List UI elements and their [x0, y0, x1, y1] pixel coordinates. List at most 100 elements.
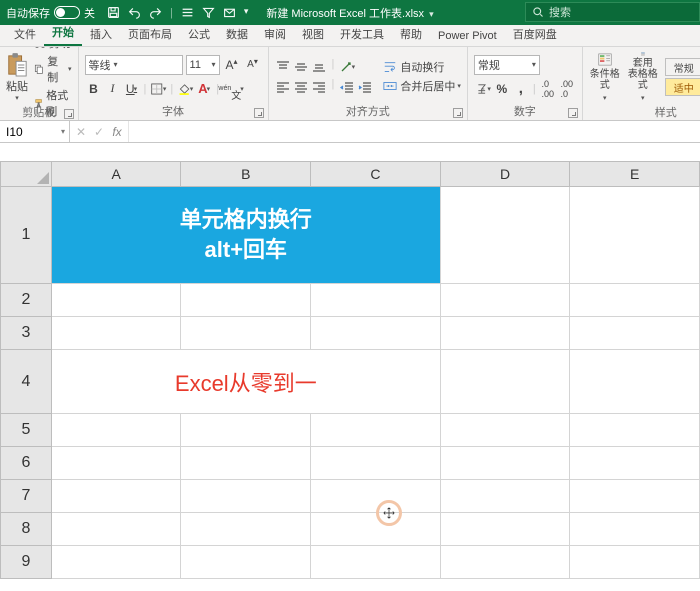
redo-icon[interactable] [149, 6, 162, 19]
cell[interactable] [311, 546, 441, 579]
col-header-e[interactable]: E [570, 162, 700, 187]
cell[interactable] [311, 480, 441, 513]
cell[interactable] [570, 546, 700, 579]
decrease-indent-button[interactable] [338, 78, 355, 95]
worksheet-grid[interactable]: A B C D E 1 单元格内换行 alt+回车 2 3 4 Excel从零到… [0, 161, 700, 579]
align-middle-button[interactable] [293, 58, 310, 75]
align-left-button[interactable] [275, 78, 292, 95]
tab-视图[interactable]: 视图 [294, 23, 332, 46]
cell[interactable] [51, 480, 181, 513]
font-color-button[interactable]: A▾ [195, 79, 213, 99]
touch-mode-icon[interactable] [181, 6, 194, 19]
font-name-combo[interactable]: 等线▾ [85, 55, 183, 75]
paste-button[interactable]: 粘贴 ▾ [6, 50, 28, 104]
toggle-switch[interactable] [54, 6, 80, 19]
copy-button[interactable]: 复制▾ [34, 53, 72, 85]
cell[interactable] [570, 414, 700, 447]
tab-开发工具[interactable]: 开发工具 [332, 23, 392, 46]
cell[interactable] [51, 546, 181, 579]
cell[interactable] [440, 350, 570, 414]
cell[interactable] [311, 513, 441, 546]
italic-button[interactable]: I [104, 79, 122, 99]
select-all-corner[interactable] [1, 162, 52, 187]
row-header-5[interactable]: 5 [1, 414, 52, 447]
cell[interactable] [440, 480, 570, 513]
cell[interactable] [181, 284, 311, 317]
cell[interactable] [51, 317, 181, 350]
tab-Power Pivot[interactable]: Power Pivot [430, 27, 505, 46]
orientation-button[interactable]: ▾ [338, 58, 355, 75]
enter-icon[interactable]: ✓ [92, 125, 106, 139]
phonetic-button[interactable]: wén文▾ [222, 79, 240, 99]
cell[interactable] [311, 447, 441, 480]
cell[interactable] [311, 414, 441, 447]
fx-icon[interactable]: fx [110, 125, 124, 139]
cell[interactable] [181, 546, 311, 579]
dialog-launcher[interactable] [254, 108, 264, 118]
cancel-icon[interactable]: ✕ [74, 125, 88, 139]
col-header-a[interactable]: A [51, 162, 181, 187]
dialog-launcher[interactable] [453, 108, 463, 118]
row-header-9[interactable]: 9 [1, 546, 52, 579]
merge-center-button[interactable]: 合并后居中▾ [383, 78, 461, 94]
cell[interactable] [440, 284, 570, 317]
comma-button[interactable]: , [512, 79, 530, 99]
cell-styles-gallery[interactable]: 常规 差 适中 计算 [665, 50, 700, 104]
cell[interactable] [440, 317, 570, 350]
underline-button[interactable]: U▾ [123, 79, 141, 99]
name-box[interactable]: I10 ▾ [0, 121, 70, 142]
cell[interactable] [181, 317, 311, 350]
cell[interactable] [311, 317, 441, 350]
email-icon[interactable] [223, 6, 236, 19]
align-bottom-button[interactable] [311, 58, 328, 75]
cell[interactable] [51, 447, 181, 480]
font-size-combo[interactable]: 11▾ [186, 55, 220, 75]
cell[interactable] [311, 284, 441, 317]
row-header-3[interactable]: 3 [1, 317, 52, 350]
cell[interactable] [440, 414, 570, 447]
tab-文件[interactable]: 文件 [6, 23, 44, 46]
tab-帮助[interactable]: 帮助 [392, 23, 430, 46]
cell-a1-c1-merged[interactable]: 单元格内换行 alt+回车 [51, 187, 440, 284]
row-header-2[interactable]: 2 [1, 284, 52, 317]
style-good[interactable]: 适中 [665, 78, 700, 96]
cell-a4-c4-merged[interactable]: Excel从零到一 [51, 350, 440, 414]
cell[interactable] [51, 513, 181, 546]
decrease-decimal-button[interactable]: .00.0 [558, 79, 576, 99]
cell[interactable] [440, 187, 570, 284]
cell[interactable] [51, 284, 181, 317]
cell[interactable] [440, 546, 570, 579]
cell[interactable] [51, 414, 181, 447]
fill-color-button[interactable]: ▾ [176, 79, 194, 99]
cell[interactable] [181, 513, 311, 546]
tab-公式[interactable]: 公式 [180, 23, 218, 46]
chevron-down-icon[interactable]: ▾ [61, 127, 65, 136]
dialog-launcher[interactable] [568, 108, 578, 118]
chevron-down-icon[interactable]: ▾ [427, 9, 434, 19]
cell[interactable] [181, 414, 311, 447]
cut-button[interactable]: 剪切 [34, 47, 72, 51]
number-format-combo[interactable]: 常规▾ [474, 55, 540, 75]
percent-button[interactable]: % [493, 79, 511, 99]
tab-页面布局[interactable]: 页面布局 [120, 23, 180, 46]
filter-icon[interactable] [202, 6, 215, 19]
qat-dropdown-icon[interactable]: ▾ [244, 6, 257, 19]
cell[interactable] [570, 284, 700, 317]
bold-button[interactable]: B [85, 79, 103, 99]
save-icon[interactable] [107, 6, 120, 19]
format-as-table-button[interactable]: 套用 表格格式▾ [627, 50, 659, 104]
cell[interactable] [570, 187, 700, 284]
search-box[interactable]: 搜索 [525, 2, 700, 22]
align-center-button[interactable] [293, 78, 310, 95]
row-header-7[interactable]: 7 [1, 480, 52, 513]
cell[interactable] [570, 350, 700, 414]
increase-decimal-button[interactable]: .0.00 [539, 79, 557, 99]
accounting-format-button[interactable]: ▾ [474, 79, 492, 99]
row-header-4[interactable]: 4 [1, 350, 52, 414]
tab-审阅[interactable]: 审阅 [256, 23, 294, 46]
cell[interactable] [181, 447, 311, 480]
cell[interactable] [570, 480, 700, 513]
cell[interactable] [440, 447, 570, 480]
autosave-toggle[interactable]: 自动保存 关 [0, 5, 101, 21]
borders-button[interactable]: ▾ [149, 79, 167, 99]
